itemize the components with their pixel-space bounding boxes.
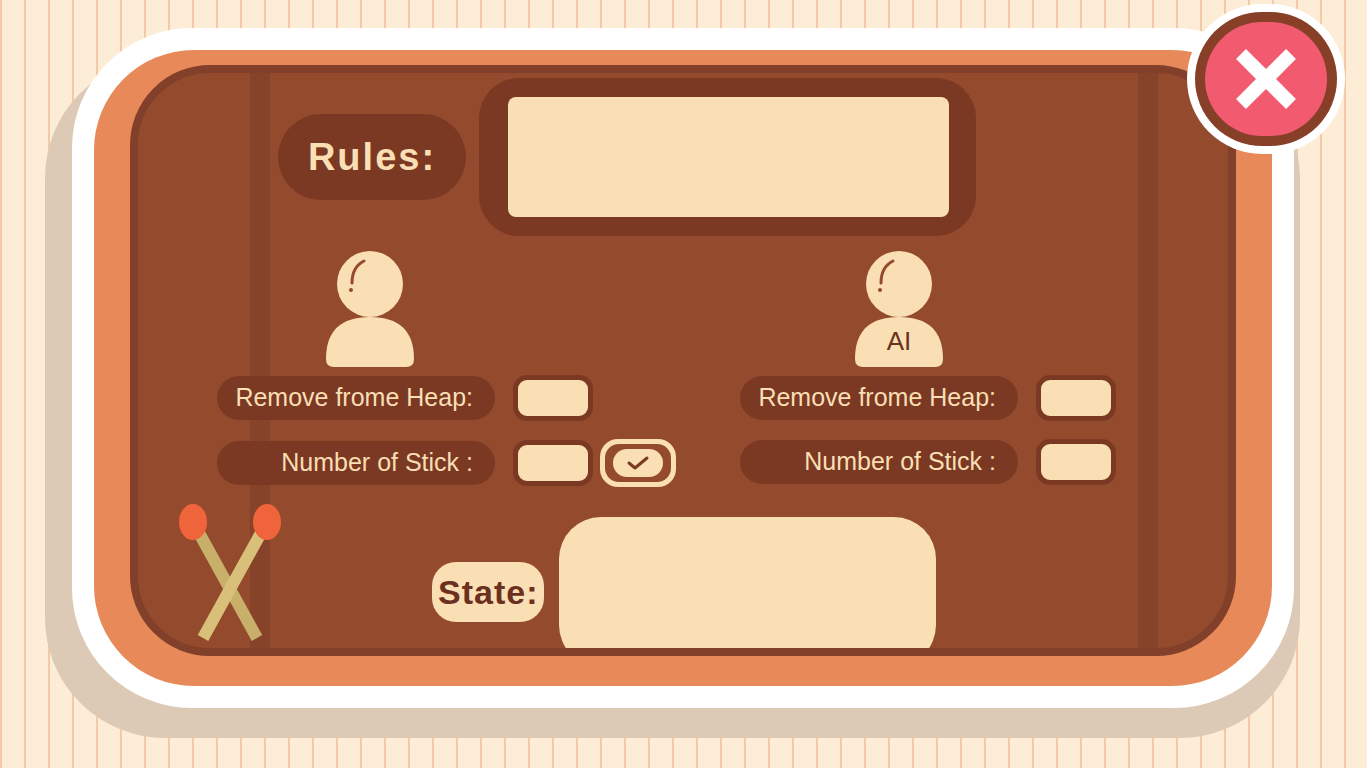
trunk-left: [250, 73, 270, 648]
state-label: State:: [432, 562, 544, 622]
close-button[interactable]: [1187, 4, 1345, 154]
field-label: Remove frome Heap:: [217, 376, 495, 420]
window-frame: Rules: Remove frome Heap: Number of Stick…: [94, 50, 1272, 686]
field-row: Remove frome Heap:: [740, 375, 1116, 421]
player-avatar: [322, 249, 418, 367]
person-icon: [322, 249, 418, 367]
field-input[interactable]: [1036, 439, 1116, 485]
player-panel: Remove frome Heap: Number of Stick :: [217, 249, 676, 487]
state-box: [559, 517, 936, 656]
field-row: Number of Stick :: [217, 439, 676, 487]
game-window: Rules: Remove frome Heap: Number of Stick…: [72, 28, 1294, 708]
field-input[interactable]: [1036, 375, 1116, 421]
trunk-right: [1138, 73, 1158, 648]
field-row: Number of Stick :: [740, 439, 1116, 485]
ai-badge: AI: [851, 322, 947, 361]
field-label: Number of Stick :: [740, 440, 1018, 484]
player-panel: AI Remove frome Heap: Number of Stick :: [740, 249, 1116, 487]
confirm-button[interactable]: [600, 439, 676, 487]
check-icon: [626, 455, 650, 471]
rules-box: [508, 97, 949, 217]
rules-label: Rules:: [278, 114, 466, 200]
field-label: Number of Stick :: [217, 441, 495, 485]
close-icon: [1231, 44, 1301, 114]
field-label: Remove frome Heap:: [740, 376, 1018, 420]
field-input[interactable]: [513, 375, 593, 421]
rules-frame: [479, 78, 976, 236]
field-row: Remove frome Heap:: [217, 375, 676, 421]
board: Rules: Remove frome Heap: Number of Stick…: [130, 65, 1236, 656]
ai-avatar: AI: [851, 249, 947, 367]
matches-icon: [175, 500, 285, 645]
field-input[interactable]: [513, 440, 593, 486]
